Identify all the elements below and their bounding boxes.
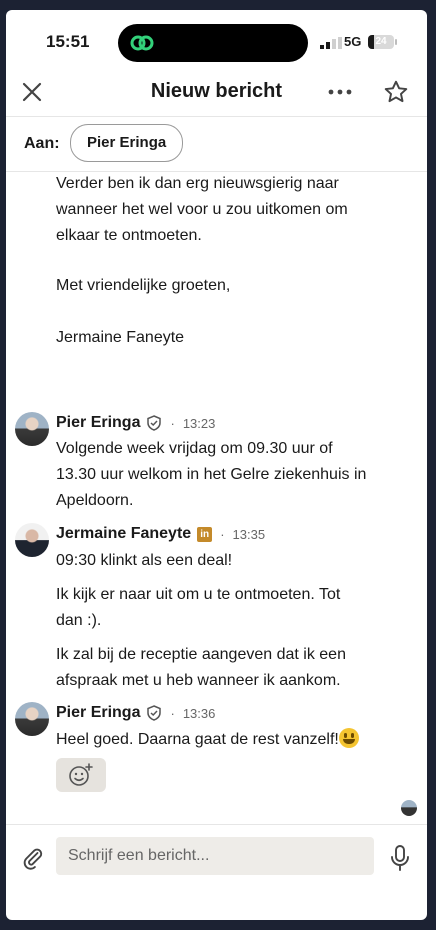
separator-dot: ·: [170, 415, 175, 431]
battery-tip: [395, 39, 397, 45]
recipient-chip[interactable]: Pier Eringa: [70, 124, 184, 162]
battery-percent: 24: [375, 36, 387, 47]
avatar-jermaine-faneyte[interactable]: [15, 523, 49, 557]
message-paragraph: 09:30 klinkt als een deal!: [56, 552, 233, 569]
message-header: Jermaine Faneyte in · 13:35: [56, 523, 265, 545]
message-body: Volgende week vrijdag om 09.30 uur of 13…: [56, 436, 406, 514]
phone-screen: 15:51 5G 24 Nieuw bericht Aan: Pier Erin…: [6, 10, 427, 920]
attach-button[interactable]: [18, 843, 48, 873]
closing-text: Met vriendelijke groeten,: [56, 277, 231, 294]
message-line: Volgende week vrijdag om 09.30 uur of: [56, 440, 333, 457]
recipient-label: Aan:: [24, 135, 60, 152]
more-icon: [328, 89, 352, 95]
premium-badge-label: in: [197, 526, 213, 542]
page-title: Nieuw bericht: [150, 80, 283, 102]
voice-message-button[interactable]: [386, 843, 414, 873]
message-line: Ik kijk er naar uit om u te ontmoeten. T…: [56, 586, 341, 603]
signature-text: Jermaine Faneyte: [56, 329, 185, 346]
message-time: 13:36: [182, 705, 216, 721]
signal-icon: [320, 37, 342, 49]
message-line: dan :).: [56, 612, 102, 629]
previous-message-body: Verder ben ik dan erg nieuwsgierig naar …: [56, 171, 406, 249]
link-app-icon: [130, 35, 154, 51]
dynamic-island: [118, 24, 308, 62]
message-composer: [6, 824, 427, 920]
previous-message-line: Verder ben ik dan erg nieuwsgierig naar: [56, 175, 339, 192]
star-button[interactable]: [378, 74, 414, 110]
avatar-pier-eringa[interactable]: [15, 702, 49, 736]
status-time: 15:51: [46, 32, 90, 51]
recipient-row: Aan: Pier Eringa: [6, 117, 427, 172]
message-header: Pier Eringa · 13:36: [56, 702, 215, 724]
paperclip-icon: [23, 848, 43, 870]
sender-name[interactable]: Pier Eringa: [56, 414, 140, 432]
add-reaction-icon: [69, 763, 93, 786]
verified-shield-icon: [146, 415, 162, 431]
sender-name[interactable]: Pier Eringa: [56, 704, 140, 722]
compose-header: Nieuw bericht: [6, 68, 427, 117]
message-line: Ik zal bij de receptie aangeven dat ik e…: [56, 646, 346, 663]
verified-shield-icon: [146, 705, 162, 721]
sender-name[interactable]: Jermaine Faneyte: [56, 525, 191, 543]
message-line: Apeldoorn.: [56, 492, 134, 509]
add-reaction-button[interactable]: [56, 758, 106, 792]
message-body: Heel goed. Daarna gaat de rest vanzelf!: [56, 727, 406, 753]
message-paragraph: Ik kijk er naar uit om u te ontmoeten. T…: [56, 582, 406, 634]
separator-dot: ·: [220, 526, 225, 542]
message-input[interactable]: [56, 837, 374, 875]
status-bar: 15:51 5G 24: [6, 10, 427, 68]
separator-dot: ·: [170, 705, 175, 721]
previous-message-line: wanneer het wel voor u zou uitkomen om: [56, 201, 348, 218]
battery-icon: 24: [368, 35, 394, 49]
grinning-emoji-icon: [338, 728, 359, 748]
message-time: 13:23: [182, 415, 216, 431]
message-time: 13:35: [232, 526, 266, 542]
read-receipt-avatar: [401, 800, 417, 816]
message-line: Heel goed. Daarna gaat de rest vanzelf!: [56, 731, 339, 748]
previous-message-line: elkaar te ontmoeten.: [56, 227, 202, 244]
more-options-button[interactable]: [322, 74, 358, 110]
avatar-pier-eringa[interactable]: [15, 412, 49, 446]
message-header: Pier Eringa · 13:23: [56, 412, 215, 434]
message-line: afspraak met u heb wanneer ik aankom.: [56, 672, 341, 689]
message-line: 13.30 uur welkom in het Gelre ziekenhuis…: [56, 466, 367, 483]
message-paragraph: Ik zal bij de receptie aangeven dat ik e…: [56, 642, 406, 694]
microphone-icon: [391, 845, 409, 871]
star-icon: [384, 80, 408, 103]
network-label: 5G: [344, 34, 362, 49]
premium-badge-icon: in: [197, 526, 213, 542]
